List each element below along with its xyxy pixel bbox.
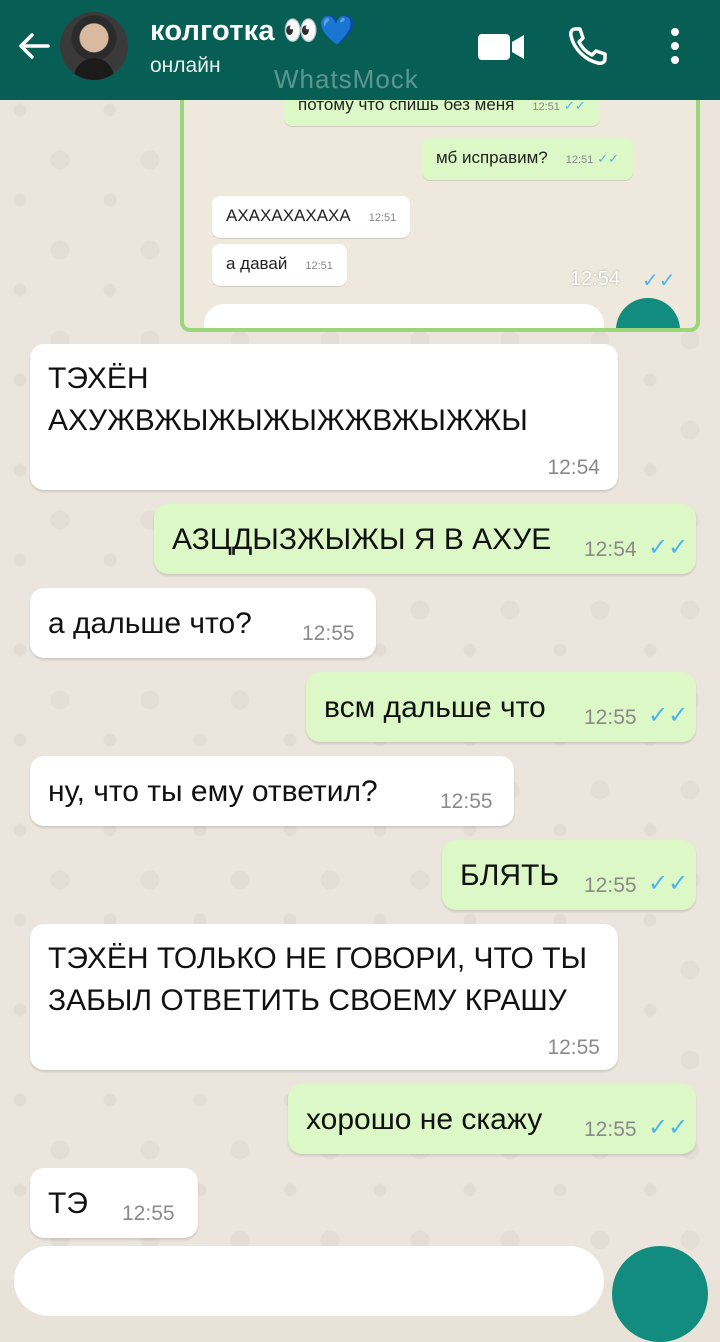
double-check-icon: ✓✓ [648,870,689,897]
message-incoming[interactable]: а дальше что? 12:55 [30,588,376,658]
message-outgoing[interactable]: хорошо не скажу 12:55 ✓✓ [288,1084,696,1154]
double-check-icon: ✓✓ [642,270,676,292]
embedded-message: АХАХАХАХАХА 12:51 [212,196,411,238]
chat-header: колготка 👀💙 онлайн WhatsMock [0,0,720,100]
message-time: 12:54 [547,456,600,479]
arrow-left-icon[interactable] [14,26,54,66]
message-time: 12:55 [302,622,355,645]
embedded-input [204,304,604,328]
message-input[interactable] [14,1246,604,1316]
contact-name[interactable]: колготка 👀💙 [150,14,356,48]
message-incoming[interactable]: ну, что ты ему ответил? 12:55 [30,756,514,826]
embedded-message: мб исправим? 12:51 ✓✓ [422,138,634,180]
message-incoming[interactable]: ТЭХЁН ТОЛЬКО НЕ ГОВОРИ, ЧТО ТЫ ЗАБЫЛ ОТВ… [30,924,618,1070]
avatar[interactable] [60,12,128,80]
embedded-send-button [616,298,680,328]
message-time: 12:55 [440,790,493,813]
message-outgoing[interactable]: БЛЯТЬ 12:55 ✓✓ [442,840,696,910]
watermark: WhatsMock [274,64,419,94]
message-time: 12:54 [584,538,637,561]
message-time: 12:55 [584,1118,637,1141]
double-check-icon: ✓✓ [648,534,689,561]
embedded-screenshot[interactable]: потому что спишь без меня 12:51 ✓✓ мб испр… [180,92,700,332]
message-time: 12:55 [547,1036,600,1059]
send-button[interactable] [612,1246,708,1342]
message-incoming[interactable]: ТЭХЁН АХУЖВЖЫЖЫЖЫЖЖВЖЫЖЖЫ 12:54 [30,344,618,490]
double-check-icon: ✓✓ [648,702,689,729]
message-outgoing[interactable]: всм дальше что 12:55 ✓✓ [306,672,696,742]
phone-icon[interactable] [566,24,610,68]
message-time: 12:55 [584,706,637,729]
contact-status: онлайн [150,54,221,77]
embedded-time: 12:54 [570,268,621,290]
message-time: 12:55 [122,1202,175,1225]
double-check-icon: ✓✓ [563,98,586,113]
double-check-icon: ✓✓ [648,1114,689,1141]
message-time: 12:55 [584,874,637,897]
embedded-message: а давай 12:51 [212,244,347,286]
message-outgoing[interactable]: АЗЦДЫЗЖЫЖЫ Я В АХУЕ 12:54 ✓✓ [154,504,696,574]
double-check-icon: ✓✓ [597,151,620,166]
more-vertical-icon[interactable] [660,24,690,68]
message-incoming[interactable]: ТЭ 12:55 [30,1168,198,1238]
video-camera-icon[interactable] [476,24,528,68]
